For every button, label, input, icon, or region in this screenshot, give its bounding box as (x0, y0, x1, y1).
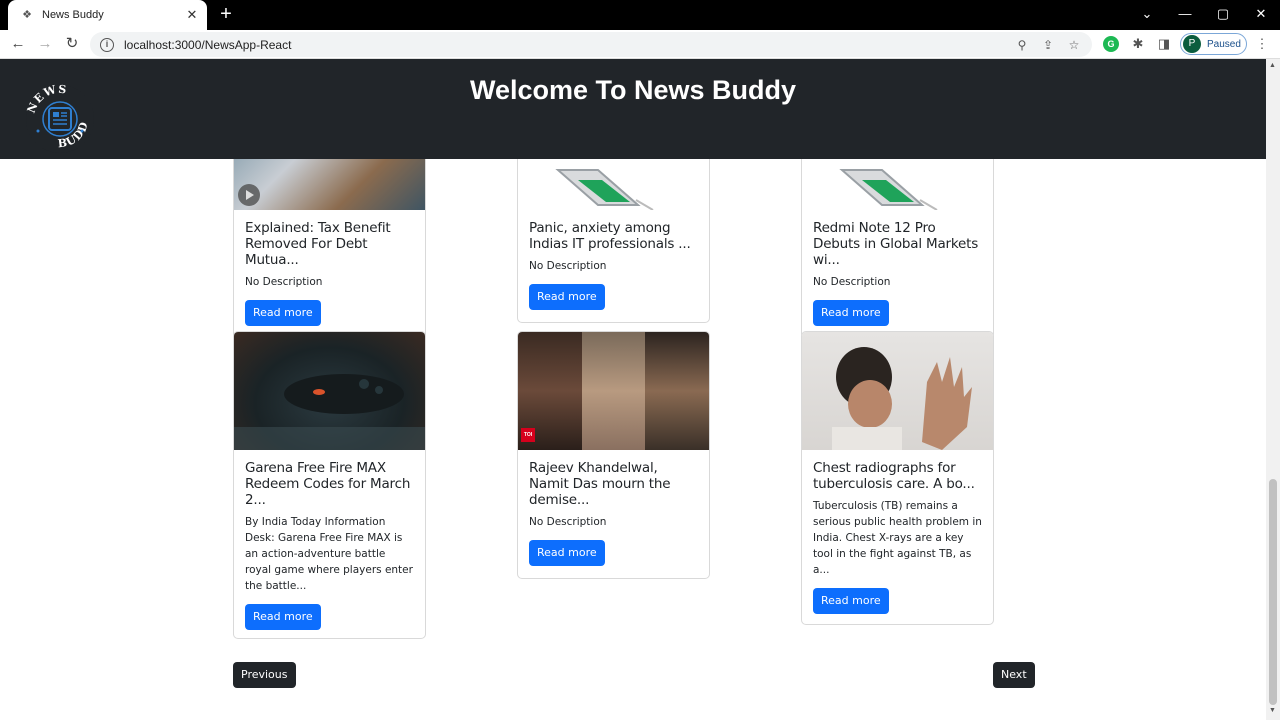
close-tab-icon[interactable]: ✕ (185, 7, 199, 23)
browser-tab[interactable]: ❖ News Buddy ✕ (8, 0, 207, 30)
newspaper-favicon-icon: ❖ (22, 9, 32, 21)
news-description: No Description (245, 276, 323, 288)
page-viewport: NEWS BUDDY Welcome To News Buddy (0, 59, 1266, 720)
news-image[interactable]: TOI (518, 332, 709, 450)
page-title: Welcome To News Buddy (469, 75, 797, 105)
read-more-button[interactable]: Read more (813, 300, 889, 326)
news-title: Garena Free Fire MAX Redeem Codes for Ma… (245, 460, 411, 508)
browser-tab-bar: ❖ News Buddy ✕ + ⌄ — ▢ ✕ (0, 0, 1280, 30)
read-more-button[interactable]: Read more (245, 604, 321, 630)
news-description: By India Today Information Desk: Garena … (245, 516, 413, 592)
side-panel-icon[interactable]: ◨ (1156, 36, 1172, 52)
avatar: P (1183, 35, 1201, 53)
new-tab-icon[interactable]: + (216, 4, 236, 24)
browser-toolbar: ← → ↻ i localhost:3000/NewsApp-React ⚲ ⇪… (0, 30, 1280, 59)
news-card: Garena Free Fire MAX Redeem Codes for Ma… (233, 331, 426, 639)
profile-status: Paused (1207, 38, 1241, 50)
minimize-icon[interactable]: — (1166, 0, 1204, 30)
site-info-icon[interactable]: i (100, 37, 114, 52)
news-title: Explained: Tax Benefit Removed For Debt … (245, 220, 391, 268)
news-description: Tuberculosis (TB) remains a serious publ… (813, 500, 982, 576)
news-card: TOI Rajeev Khandelwal, Namit Das mourn t… (517, 331, 710, 579)
bookmark-star-icon[interactable]: ☆ (1066, 38, 1082, 52)
video-play-icon (238, 184, 260, 206)
read-more-button[interactable]: Read more (529, 540, 605, 566)
previous-button[interactable]: Previous (233, 662, 296, 688)
news-card: Chest radiographs for tuberculosis care.… (801, 331, 994, 625)
news-title: Chest radiographs for tuberculosis care.… (813, 460, 975, 492)
toi-badge: TOI (521, 428, 535, 442)
address-bar[interactable]: i localhost:3000/NewsApp-React ⚲ ⇪ ☆ (90, 32, 1092, 57)
share-icon[interactable]: ⇪ (1040, 38, 1056, 52)
reload-icon[interactable]: ↻ (62, 34, 82, 54)
news-description: No Description (529, 260, 607, 272)
scroll-down-icon[interactable]: ▼ (1269, 707, 1276, 714)
next-button[interactable]: Next (993, 662, 1035, 688)
zoom-icon[interactable]: ⚲ (1014, 38, 1030, 52)
news-description: No Description (529, 516, 607, 528)
news-title: Panic, anxiety among Indias IT professio… (529, 220, 691, 252)
read-more-button[interactable]: Read more (529, 284, 605, 310)
site-header: NEWS BUDDY Welcome To News Buddy (0, 59, 1266, 159)
news-image[interactable] (802, 332, 993, 450)
back-arrow-icon[interactable]: ← (8, 34, 28, 54)
tab-search-chevron-icon[interactable]: ⌄ (1128, 0, 1166, 30)
scrollbar[interactable]: ▲ ▼ (1266, 59, 1280, 720)
grammarly-extension-icon[interactable]: G (1103, 36, 1119, 52)
menu-kebab-icon[interactable]: ⋮ (1254, 36, 1270, 52)
tab-title: News Buddy (42, 9, 104, 21)
maximize-icon[interactable]: ▢ (1204, 0, 1242, 30)
news-image[interactable] (234, 332, 425, 450)
news-description: No Description (813, 276, 891, 288)
scroll-up-icon[interactable]: ▲ (1269, 62, 1276, 69)
scroll-thumb[interactable] (1269, 479, 1277, 705)
read-more-button[interactable]: Read more (245, 300, 321, 326)
close-window-icon[interactable]: ✕ (1242, 0, 1280, 30)
forward-arrow-icon[interactable]: → (35, 34, 55, 54)
read-more-button[interactable]: Read more (813, 588, 889, 614)
profile-button[interactable]: P Paused (1180, 33, 1247, 55)
news-title: Rajeev Khandelwal, Namit Das mourn the d… (529, 460, 671, 508)
news-title: Redmi Note 12 Pro Debuts in Global Marke… (813, 220, 979, 268)
extensions-puzzle-icon[interactable]: ✱ (1130, 36, 1146, 52)
url-text[interactable]: localhost:3000/NewsApp-React (124, 38, 1014, 52)
